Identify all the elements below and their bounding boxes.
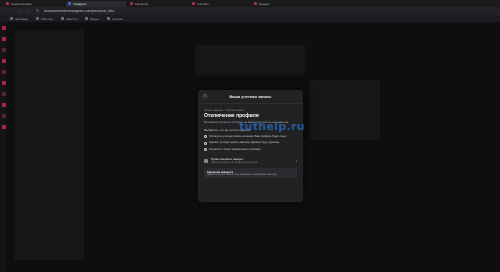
- sidebar-app-icon[interactable]: [1, 70, 6, 74]
- radio-option[interactable]: Удалить учетную запись навсегда. Данные …: [204, 141, 297, 145]
- forward-icon[interactable]: ›: [28, 9, 32, 13]
- radio-icon[interactable]: [204, 141, 207, 145]
- sidebar-app-icon[interactable]: [1, 114, 6, 118]
- tab-label: Instagram: [73, 1, 87, 6]
- bookmark-item[interactable]: Закладки: [10, 17, 28, 21]
- tab[interactable]: Facebook: [128, 1, 188, 7]
- page-title: Отключение профиля: [204, 113, 259, 119]
- delete-note[interactable]: Удаление аккаунта Удалить учётную запись…: [204, 168, 297, 179]
- tab-favicon-icon: [6, 2, 9, 5]
- bookmark-item[interactable]: Рабочие: [35, 16, 53, 21]
- tab[interactable]: Яндекс: [252, 1, 312, 7]
- modal-header: ‹ Ваша учетная запись: [198, 90, 303, 104]
- tab-favicon-icon: [192, 2, 195, 5]
- folder-icon: [85, 17, 89, 20]
- back-icon[interactable]: ‹: [20, 9, 24, 13]
- radio-label: Удалить учетную запись навсегда. Данные …: [209, 141, 280, 145]
- tab-favicon-icon: [68, 2, 71, 5]
- dimmed-content-block: [310, 80, 380, 140]
- tab-label: Facebook: [135, 1, 149, 6]
- tab-bar: Новая вкладка Instagram Facebook YouTube…: [0, 0, 500, 7]
- url-input[interactable]: accountscenter.instagram.com/personal_in…: [44, 9, 114, 13]
- bookmark-item[interactable]: Новости: [60, 16, 78, 21]
- tab-favicon-icon: [254, 2, 257, 5]
- bookmark-item[interactable]: Видео: [85, 17, 99, 21]
- tab-label: YouTube: [197, 1, 209, 6]
- radio-icon[interactable]: [204, 148, 207, 152]
- sidebar-app-icon[interactable]: [1, 81, 6, 85]
- radio-icon[interactable]: [204, 135, 207, 139]
- radio-label: Отключить только уведомления и рекламу.: [209, 147, 262, 151]
- account-modal: ‹ Ваша учетная запись Личные данные · Уч…: [198, 90, 303, 202]
- folder-icon: [35, 17, 39, 20]
- modal-body: Личные данные · Учетная запись Отключени…: [198, 104, 303, 181]
- breadcrumb: Личные данные · Учетная запись: [204, 109, 245, 112]
- bookmarks-bar: Закладки Рабочие Новости Видео Музыка: [0, 15, 500, 22]
- bookmark-label: Новости: [65, 16, 78, 21]
- bookmark-label: Рабочие: [40, 16, 53, 21]
- note-subtitle: Удалить учётную запись и все связанные с…: [207, 174, 278, 177]
- folder-icon: [10, 17, 13, 20]
- folder-icon: [107, 17, 111, 20]
- pause-icon: [204, 158, 208, 163]
- sidebar-app-icon[interactable]: [1, 125, 6, 129]
- row-subtitle: Скрыть профиль на определённое время: [211, 161, 258, 165]
- chevron-right-icon: ›: [295, 158, 297, 164]
- sidebar-app-icon[interactable]: [1, 103, 6, 107]
- tab-favicon-icon: [130, 2, 133, 5]
- address-bar: ‹ › ↻ accountscenter.instagram.com/perso…: [0, 7, 500, 15]
- pause-account-row[interactable]: Приостановить аккаунт Скрыть профиль на …: [204, 157, 297, 164]
- sidebar-app-icon[interactable]: [1, 48, 6, 52]
- bookmark-label: Закладки: [15, 16, 28, 21]
- sidebar-app-icon[interactable]: [1, 92, 6, 96]
- bookmark-label: Видео: [90, 16, 100, 21]
- radio-label: Отключить учетную запись на время. Ваш п…: [209, 135, 287, 138]
- radio-option[interactable]: Отключить учетную запись на время. Ваш п…: [204, 135, 297, 139]
- tab[interactable]: Новая вкладка: [4, 1, 64, 7]
- dimmed-content-block: [195, 45, 305, 75]
- dimmed-left-panel: [14, 30, 84, 260]
- folder-icon: [60, 17, 64, 20]
- tab[interactable]: YouTube: [190, 1, 250, 7]
- reload-icon[interactable]: ↻: [36, 9, 40, 13]
- bookmark-label: Музыка: [112, 16, 123, 21]
- bookmark-item[interactable]: Музыка: [107, 17, 123, 21]
- radio-option[interactable]: Отключить только уведомления и рекламу.: [204, 147, 297, 152]
- back-arrow-icon[interactable]: ‹: [202, 93, 208, 99]
- tab-label: Яндекс: [259, 1, 270, 6]
- sidebar-app-icon[interactable]: [1, 37, 6, 41]
- tab-active[interactable]: Instagram: [66, 0, 126, 7]
- watermark-logo: tuthelp.ru: [239, 120, 305, 133]
- sidebar-app-icon[interactable]: [1, 59, 6, 63]
- tab-label: Новая вкладка: [11, 1, 32, 6]
- modal-title: Ваша учетная запись: [229, 94, 272, 99]
- browser-sidebar: [0, 22, 7, 272]
- sidebar-app-icon[interactable]: [1, 26, 6, 30]
